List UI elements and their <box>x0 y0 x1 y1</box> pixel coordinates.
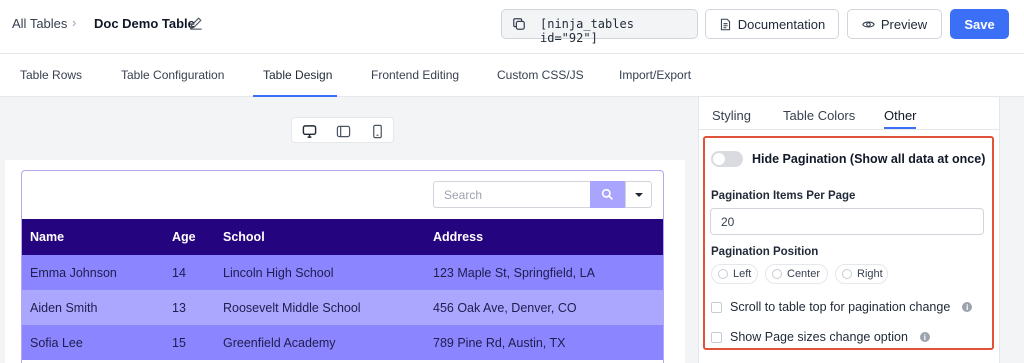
settings-tab-table-colors[interactable]: Table Colors <box>783 108 855 123</box>
hide-pagination-label: Hide Pagination (Show all data at once) <box>752 152 986 166</box>
table-row: Sofia Lee 15 Greenfield Academy 789 Pine… <box>22 325 663 360</box>
mobile-icon <box>372 124 382 138</box>
table-header-row: Name Age School Address <box>22 219 663 255</box>
device-switcher <box>291 117 394 143</box>
info-icon[interactable]: i <box>962 302 973 312</box>
mobile-view-button[interactable] <box>368 122 386 140</box>
search-input[interactable] <box>433 181 590 208</box>
table-cell: Aiden Smith <box>22 290 164 325</box>
page-sizes-checkbox[interactable] <box>711 331 722 343</box>
table-cell: 123 Maple St, Springfield, LA <box>425 255 663 290</box>
tab-custom-css-js[interactable]: Custom CSS/JS <box>497 68 584 82</box>
tab-table-rows[interactable]: Table Rows <box>20 68 82 82</box>
pagination-position-label: Pagination Position <box>711 246 819 258</box>
radio-label: Center <box>787 268 821 280</box>
tablet-icon <box>336 125 350 137</box>
tab-frontend-editing[interactable]: Frontend Editing <box>371 68 459 82</box>
documentation-label: Documentation <box>737 16 826 32</box>
search-icon <box>601 188 613 200</box>
hide-pagination-toggle[interactable] <box>711 151 743 167</box>
table-cell: Emma Johnson <box>22 255 164 290</box>
preview-button[interactable]: Preview <box>847 9 942 39</box>
toggle-knob <box>713 153 725 165</box>
preview-label: Preview <box>880 16 928 32</box>
radio-label: Left <box>733 268 752 280</box>
table-cell: Roosevelt Middle School <box>215 290 425 325</box>
breadcrumb-all-tables[interactable]: All Tables <box>12 16 67 31</box>
search-filter-dropdown[interactable] <box>625 181 652 208</box>
tab-table-configuration[interactable]: Table Configuration <box>121 68 224 82</box>
tab-table-design[interactable]: Table Design <box>263 68 332 82</box>
save-label: Save <box>964 16 995 32</box>
settings-tabs-divider <box>699 129 999 130</box>
scroll-to-top-checkbox[interactable] <box>711 301 722 313</box>
eye-icon <box>862 21 875 27</box>
column-header-age[interactable]: Age <box>164 219 215 255</box>
page-sizes-option: Show Page sizes change option i <box>711 330 930 344</box>
column-header-address[interactable]: Address <box>425 219 663 255</box>
table-cell: 15 <box>164 325 215 360</box>
desktop-view-button[interactable] <box>300 122 318 140</box>
position-left-radio[interactable]: Left <box>711 264 758 284</box>
shortcode-text: [ninja_tables id="92"] <box>540 17 634 45</box>
column-header-school[interactable]: School <box>215 219 425 255</box>
search-button[interactable] <box>590 181 625 208</box>
table-row: Aiden Smith 13 Roosevelt Middle School 4… <box>22 290 663 325</box>
table-cell: 14 <box>164 255 215 290</box>
table-cell: 456 Oak Ave, Denver, CO <box>425 290 663 325</box>
radio-circle <box>842 269 852 279</box>
caret-down-icon <box>634 192 643 197</box>
page-sizes-label: Show Page sizes change option <box>730 330 908 344</box>
items-per-page-input[interactable] <box>710 208 984 235</box>
desktop-icon <box>302 124 316 138</box>
settings-tab-other[interactable]: Other <box>884 108 917 123</box>
table-row: Emma Johnson 14 Lincoln High School 123 … <box>22 255 663 290</box>
document-icon <box>720 18 730 30</box>
table-cell: Greenfield Academy <box>215 325 425 360</box>
shortcode-box[interactable]: [ninja_tables id="92"] <box>501 9 698 45</box>
column-header-name[interactable]: Name <box>22 219 164 255</box>
save-button[interactable]: Save <box>950 9 1009 39</box>
preview-table: Name Age School Address Emma Johnson 14 … <box>22 219 663 360</box>
pencil-icon[interactable] <box>189 16 203 30</box>
radio-circle <box>718 269 728 279</box>
table-cell: Sofia Lee <box>22 325 164 360</box>
tab-import-export[interactable]: Import/Export <box>619 68 691 82</box>
breadcrumb-separator: › <box>72 15 77 30</box>
radio-label: Right <box>857 268 883 280</box>
pagination-settings-highlight <box>703 136 994 350</box>
top-bar: All Tables › Doc Demo Table [ninja_table… <box>0 0 1024 54</box>
documentation-button[interactable]: Documentation <box>705 9 839 39</box>
radio-circle <box>772 269 782 279</box>
table-cell: Lincoln High School <box>215 255 425 290</box>
info-icon[interactable]: i <box>919 332 930 342</box>
position-center-radio[interactable]: Center <box>765 264 828 284</box>
position-right-radio[interactable]: Right <box>835 264 888 284</box>
main-tabs: Table Rows Table Configuration Table Des… <box>0 54 1024 97</box>
settings-tab-styling[interactable]: Styling <box>712 108 751 123</box>
tablet-view-button[interactable] <box>334 122 352 140</box>
right-edge-strip <box>1000 97 1024 363</box>
active-settings-tab-indicator <box>884 127 916 129</box>
scroll-to-top-option: Scroll to table top for pagination chang… <box>711 300 973 314</box>
table-cell: 789 Pine Rd, Austin, TX <box>425 325 663 360</box>
scroll-to-top-label: Scroll to table top for pagination chang… <box>730 300 951 314</box>
copy-icon[interactable] <box>512 17 526 31</box>
page-title: Doc Demo Table <box>94 16 195 31</box>
items-per-page-label: Pagination Items Per Page <box>711 190 856 202</box>
table-cell: 13 <box>164 290 215 325</box>
